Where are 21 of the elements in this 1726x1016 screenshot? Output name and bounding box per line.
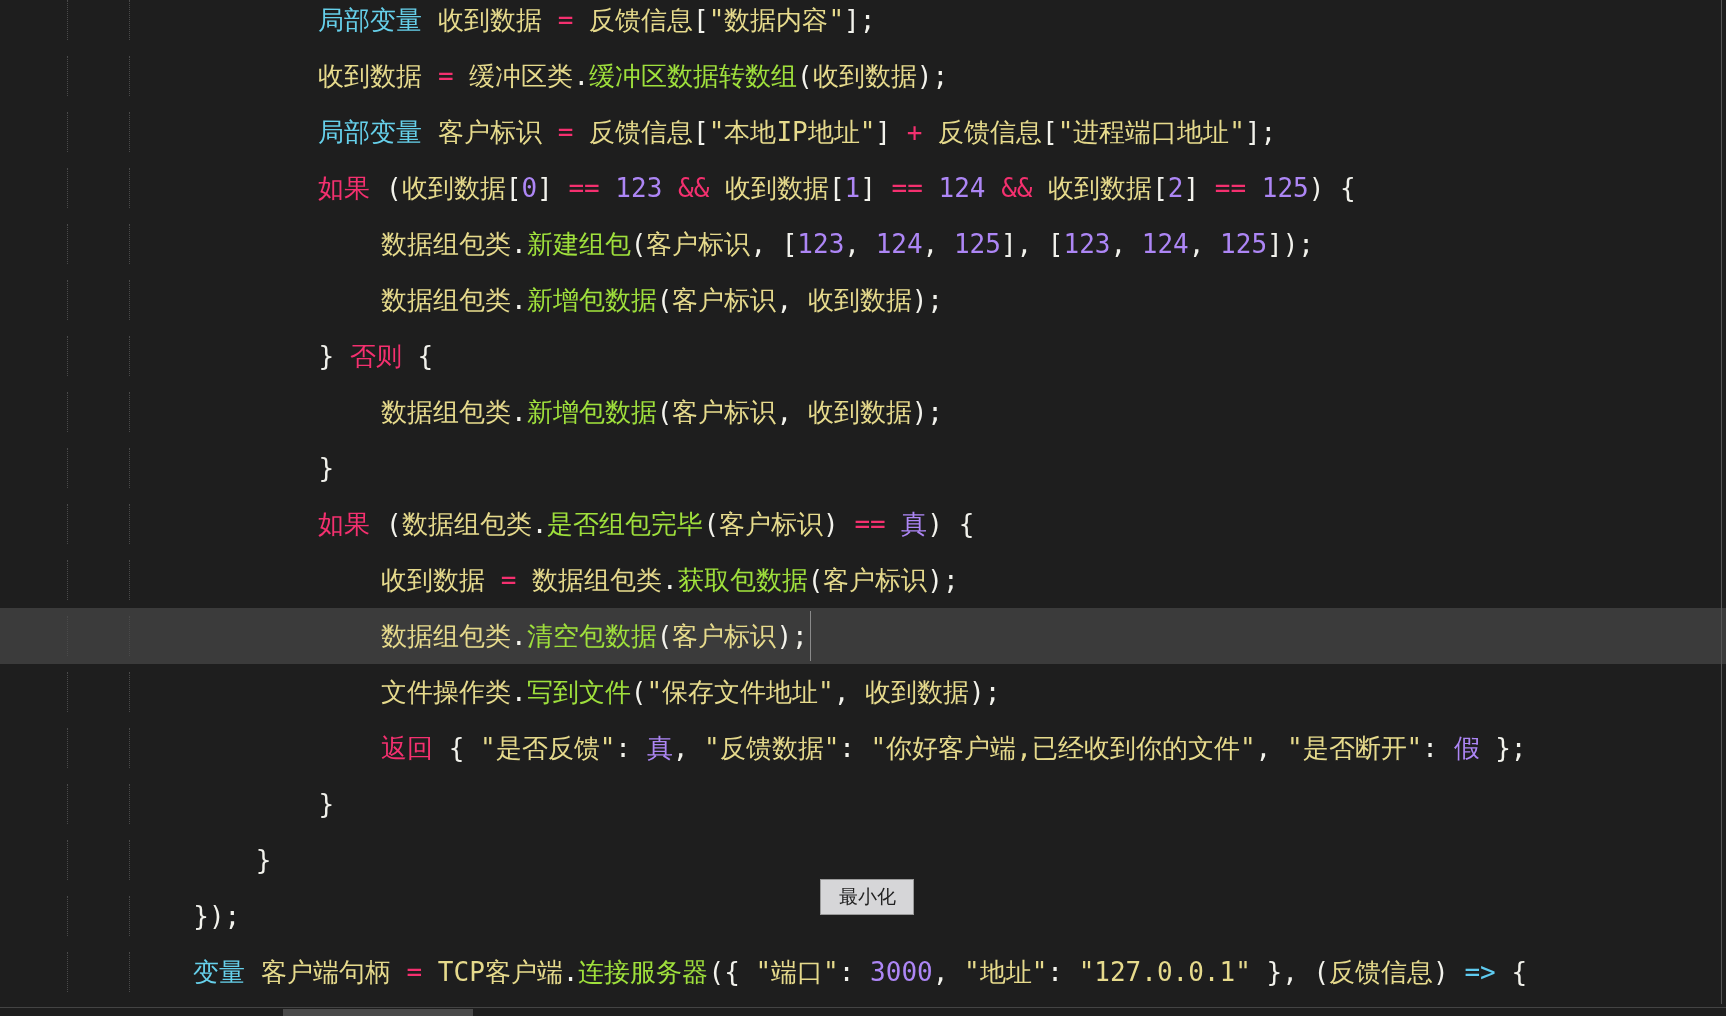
text-cursor xyxy=(809,611,811,661)
code-line: 文件操作类.写到文件("保存文件地址", 收到数据); xyxy=(380,676,1001,709)
code-line: } xyxy=(317,452,335,485)
code-line: 如果 (收到数据[0] == 123 && 收到数据[1] == 124 && 收到数据[2] == 125) { xyxy=(317,172,1356,205)
code-line: 数据组包类.清空包数据(客户标识); xyxy=(380,620,808,653)
code-line: 如果 (数据组包类.是否组包完毕(客户标识) == 真) { xyxy=(317,508,975,541)
code-line: 数据组包类.新增包数据(客户标识, 收到数据); xyxy=(380,396,943,429)
code-line: 变量 客户端句柄 = TCP客户端.连接服务器({ "端口": 3000, "地址": "127.0.0.1" }, (反馈信息) => { xyxy=(192,956,1528,989)
tooltip: 最小化 xyxy=(820,879,914,915)
code-line: } xyxy=(254,844,272,877)
code-line: 数据组包类.新增包数据(客户标识, 收到数据); xyxy=(380,284,943,317)
horizontal-scrollbar-thumb[interactable] xyxy=(283,1009,473,1016)
code-line: 局部变量 客户标识 = 反馈信息["本地IP地址"] + 反馈信息["进程端口地址"]; xyxy=(317,116,1277,149)
code-line: }); xyxy=(192,900,241,933)
code-line: 局部变量 收到数据 = 反馈信息["数据内容"]; xyxy=(317,4,876,37)
code-line: 返回 { "是否反馈": 真, "反馈数据": "你好客户端,已经收到你的文件", "是否断开": 假 }; xyxy=(380,732,1527,765)
code-line: 数据组包类.新建组包(客户标识, [123, 124, 125], [123, 124, 125]); xyxy=(380,228,1314,261)
code-line: } 否则 { xyxy=(317,340,434,373)
code-line: } xyxy=(317,788,335,821)
code-line: 收到数据 = 缓冲区类.缓冲区数据转数组(收到数据); xyxy=(317,60,949,93)
code-line: 收到数据 = 数据组包类.获取包数据(客户标识); xyxy=(380,564,959,597)
